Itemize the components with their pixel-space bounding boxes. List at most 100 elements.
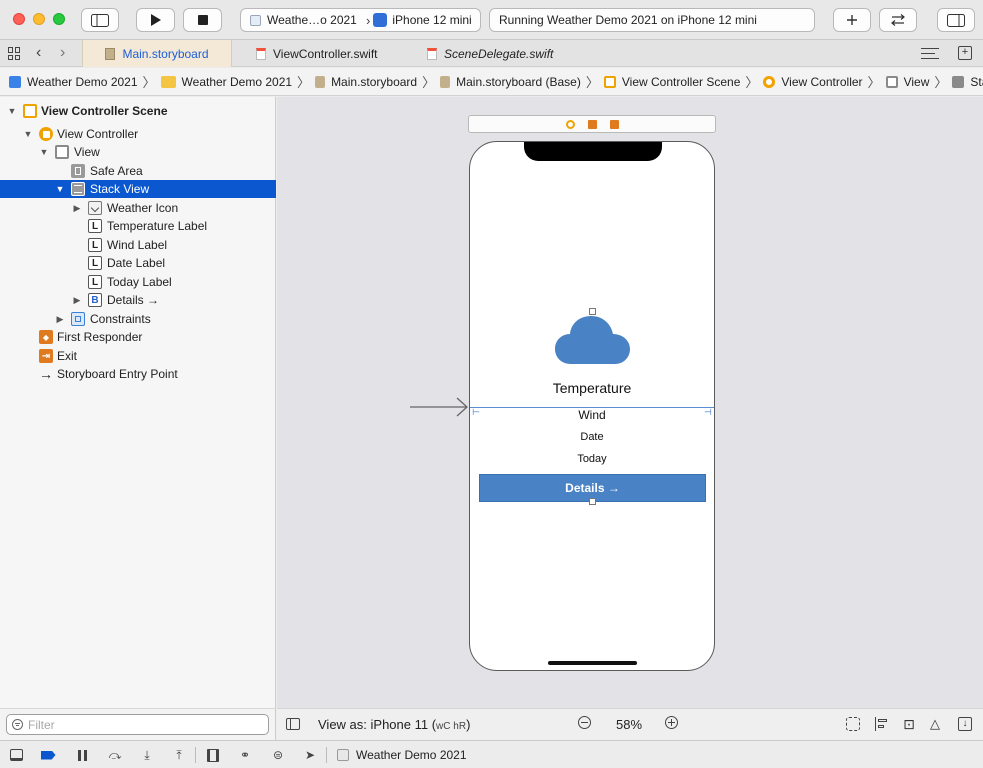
zoom-out-icon[interactable] (578, 716, 591, 729)
disclosure-open-icon[interactable]: ▼ (39, 147, 49, 157)
tab-main-storyboard[interactable]: Main.storyboard (82, 40, 232, 67)
resize-handle-top[interactable] (589, 308, 596, 315)
location-arrow-icon[interactable]: ➤ (302, 747, 318, 763)
code-review-button[interactable] (879, 8, 917, 32)
align-icon[interactable] (875, 717, 889, 731)
disclosure-open-icon[interactable]: ▼ (7, 106, 17, 116)
environment-overrides-icon[interactable]: ⊜ (270, 747, 286, 763)
scene-dock (468, 115, 716, 133)
outline-item-view-controller[interactable]: ▼ View Controller (0, 125, 276, 143)
minimize-window-button[interactable] (33, 13, 45, 25)
disclosure-open-icon[interactable]: ▼ (23, 129, 33, 139)
activity-status-text: Running Weather Demo 2021 on iPhone 12 m… (499, 13, 757, 27)
swift-file-icon (427, 47, 437, 60)
breadcrumb-scene[interactable]: View Controller Scene (603, 75, 740, 89)
exit-dock-icon[interactable] (610, 120, 619, 129)
toolbar-divider (326, 747, 327, 763)
pause-icon[interactable] (74, 747, 90, 763)
update-frames-icon[interactable] (846, 717, 860, 731)
iphone-frame[interactable]: Temperature ⊢ ⊣ Wind Date Today Details … (469, 141, 715, 671)
view-as-device[interactable]: View as: iPhone 11 (wC hR) (318, 717, 470, 732)
outline-toggle-icon[interactable] (286, 718, 300, 730)
outline-item-stack-view[interactable]: ▼ Stack View (0, 180, 276, 198)
chevron-right-icon: 〉 (422, 75, 436, 90)
today-label[interactable]: Today (470, 453, 714, 465)
hide-debug-area-icon[interactable] (8, 747, 24, 763)
breadcrumb-storyboard[interactable]: Main.storyboard (315, 75, 417, 89)
disclosure-closed-icon[interactable]: ▶ (72, 295, 82, 306)
tab-scenedelegate-swift[interactable]: SceneDelegate.swift (427, 40, 553, 67)
outline-item-temperature-label[interactable]: L Temperature Label (0, 217, 276, 235)
memory-graph-icon[interactable]: ⚭ (237, 747, 253, 763)
outline-item-date-label[interactable]: L Date Label (0, 254, 276, 272)
library-button[interactable] (833, 8, 871, 32)
scheme-selector[interactable]: Weathe…o 2021 › iPhone 12 mini (240, 8, 481, 32)
filter-input[interactable] (28, 717, 248, 732)
outline-item-entry-point[interactable]: → Storyboard Entry Point (0, 365, 276, 383)
run-button[interactable] (136, 8, 175, 32)
sidebar-right-icon (947, 13, 965, 27)
inspector-toggle-button[interactable] (937, 8, 975, 32)
temperature-label[interactable]: Temperature (470, 380, 714, 396)
outline-item-exit[interactable]: ⇥ Exit (0, 347, 276, 365)
debug-target-name[interactable]: Weather Demo 2021 (356, 748, 467, 762)
navigator-toggle-button[interactable] (81, 8, 119, 32)
first-responder-dock-icon[interactable] (588, 120, 597, 129)
editor-options-icon[interactable] (921, 48, 939, 59)
step-over-icon[interactable]: ⤼ (107, 747, 123, 763)
stop-button[interactable] (183, 8, 222, 32)
view-icon (55, 145, 69, 159)
outline-item-wind-label[interactable]: L Wind Label (0, 236, 276, 254)
embed-in-icon[interactable]: ↓ (958, 717, 972, 731)
view-controller-dock-icon[interactable] (566, 120, 575, 129)
first-responder-icon: ◆ (39, 330, 53, 344)
chevron-right-icon: 〉 (142, 75, 156, 90)
step-into-icon[interactable]: ⤓ (139, 747, 155, 763)
scheme-name: Weathe…o 2021 (267, 13, 357, 27)
disclosure-closed-icon[interactable]: ▶ (55, 314, 65, 325)
breadcrumb-view-controller[interactable]: View Controller (763, 75, 863, 89)
back-chevron-icon[interactable]: ‹ (36, 44, 41, 62)
outline-item-scene[interactable]: ▼ View Controller Scene (0, 102, 276, 120)
window-toolbar: Weathe…o 2021 › iPhone 12 mini Running W… (0, 0, 983, 40)
resolve-issues-icon[interactable]: △ (927, 716, 943, 732)
chevron-right-icon: 〉 (934, 75, 948, 90)
close-window-button[interactable] (13, 13, 25, 25)
view-icon (885, 75, 898, 88)
tab-viewcontroller-swift[interactable]: ViewController.swift (256, 40, 377, 67)
outline-item-first-responder[interactable]: ◆ First Responder (0, 328, 276, 346)
outline-item-safe-area[interactable]: Safe Area (0, 162, 276, 180)
date-label[interactable]: Date (470, 431, 714, 443)
disclosure-open-icon[interactable]: ▼ (55, 184, 65, 194)
notch (524, 142, 662, 161)
zoom-in-icon[interactable] (665, 716, 678, 729)
view-hierarchy-icon[interactable] (205, 747, 221, 763)
outline-item-constraints[interactable]: ▶ Constraints (0, 310, 276, 328)
breadcrumb-stack-view[interactable]: Stack View (952, 75, 983, 89)
breadcrumb-view[interactable]: View (885, 75, 929, 89)
step-out-icon[interactable]: ⤒ (171, 747, 187, 763)
forward-chevron-icon[interactable]: › (60, 44, 65, 62)
add-editor-icon[interactable]: + (958, 46, 972, 60)
outline-item-details-button[interactable]: ▶ B Details → (0, 291, 276, 309)
breadcrumb-group[interactable]: Weather Demo 2021 (160, 75, 292, 89)
add-constraints-icon[interactable]: ⊡ (901, 716, 917, 732)
canvas-bottom-bar: View as: iPhone 11 (wC hR) 58% ⊡ △ ↓ (277, 708, 983, 740)
breadcrumb-project[interactable]: Weather Demo 2021 (9, 75, 138, 89)
cloud-icon[interactable] (555, 314, 631, 366)
resize-handle-bottom[interactable] (589, 498, 596, 505)
outline-item-weather-icon[interactable]: ▶ Weather Icon (0, 199, 276, 217)
wind-label[interactable]: Wind (470, 408, 714, 422)
filter-field[interactable] (6, 714, 269, 735)
breakpoints-toggle-icon[interactable] (40, 747, 56, 763)
zoom-window-button[interactable] (53, 13, 65, 25)
related-items-grid-icon[interactable] (8, 47, 21, 60)
outline-item-today-label[interactable]: L Today Label (0, 273, 276, 291)
safe-area-icon (71, 164, 85, 178)
entry-point-arrow-icon[interactable] (410, 397, 470, 417)
storyboard-canvas[interactable]: Temperature ⊢ ⊣ Wind Date Today Details … (277, 97, 983, 708)
outline-item-view[interactable]: ▼ View (0, 143, 276, 161)
disclosure-closed-icon[interactable]: ▶ (72, 203, 82, 214)
breadcrumb-storyboard-base[interactable]: Main.storyboard (Base) (440, 75, 581, 89)
debug-bar: ⤼ ⤓ ⤒ ⚭ ⊜ ➤ Weather Demo 2021 (0, 740, 983, 768)
